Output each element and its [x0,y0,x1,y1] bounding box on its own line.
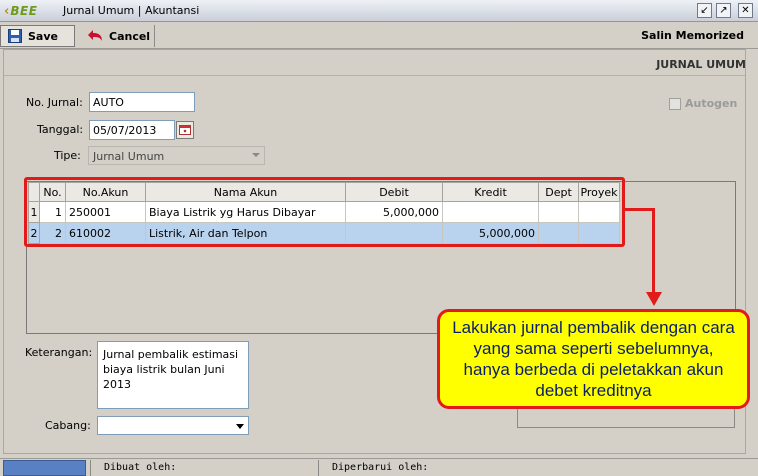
cancel-label: Cancel [109,29,151,43]
status-indicator [3,460,86,476]
cabang-select[interactable] [97,416,249,435]
grid-highlight-box [24,177,625,247]
undo-arrow-icon [88,28,104,44]
tipe-label: Tipe: [54,149,81,162]
bee-logo: ‹ BEE [4,3,37,19]
save-disk-icon [7,28,23,44]
salin-memorized-button[interactable]: Salin Memorized [641,29,744,42]
tipe-value: Jurnal Umum [93,150,165,163]
back-chevron-icon: ‹ [4,3,10,19]
cabang-label: Cabang: [45,419,91,432]
title-bar: ‹ BEE Jurnal Umum | Akuntansi ↙ ↗ ✕ [0,0,758,22]
dibuat-oleh-label: Dibuat oleh: [104,462,177,473]
window-title: Jurnal Umum | Akuntansi [63,4,200,17]
tanggal-field[interactable]: 05/07/2013 [89,120,175,140]
panel-title: JURNAL UMUM [656,58,746,71]
keterangan-line: Jurnal pembalik estimasi [103,348,239,361]
annotation-connector [652,208,655,294]
annotation-connector [625,208,655,211]
status-separator [90,460,91,476]
calendar-icon[interactable] [176,121,194,139]
tipe-select[interactable]: Jurnal Umum [88,146,265,165]
chevron-down-icon [252,153,260,157]
chevron-down-icon [236,424,244,429]
restore-icon[interactable]: ↗ [716,3,731,18]
minimize-icon[interactable]: ↙ [697,3,712,18]
no-jurnal-label: No. Jurnal: [26,96,83,109]
save-button[interactable]: Save [0,25,75,47]
header-divider [4,75,745,76]
autogen-label: Autogen [685,97,738,110]
autogen-checkbox[interactable]: Autogen [669,97,737,110]
status-separator [318,460,319,476]
diperbarui-oleh-label: Diperbarui oleh: [332,462,429,473]
save-label: Save [28,29,58,43]
logo-text: BEE [10,4,38,18]
keterangan-line: biaya listrik bulan Juni 2013 [103,363,225,391]
autogen-checkbox-box [669,97,681,110]
toolbar-separator [154,25,155,47]
annotation-callout: Lakukan jurnal pembalik dengan cara yang… [437,309,750,409]
keterangan-label: Keterangan: [25,346,93,359]
tanggal-label: Tanggal: [37,123,84,136]
cancel-button[interactable]: Cancel [82,25,154,47]
close-icon[interactable]: ✕ [738,3,753,18]
keterangan-textarea[interactable]: Jurnal pembalik estimasi biaya listrik b… [97,341,249,409]
annotation-arrow-icon [646,292,662,306]
no-jurnal-field[interactable]: AUTO [89,92,195,112]
